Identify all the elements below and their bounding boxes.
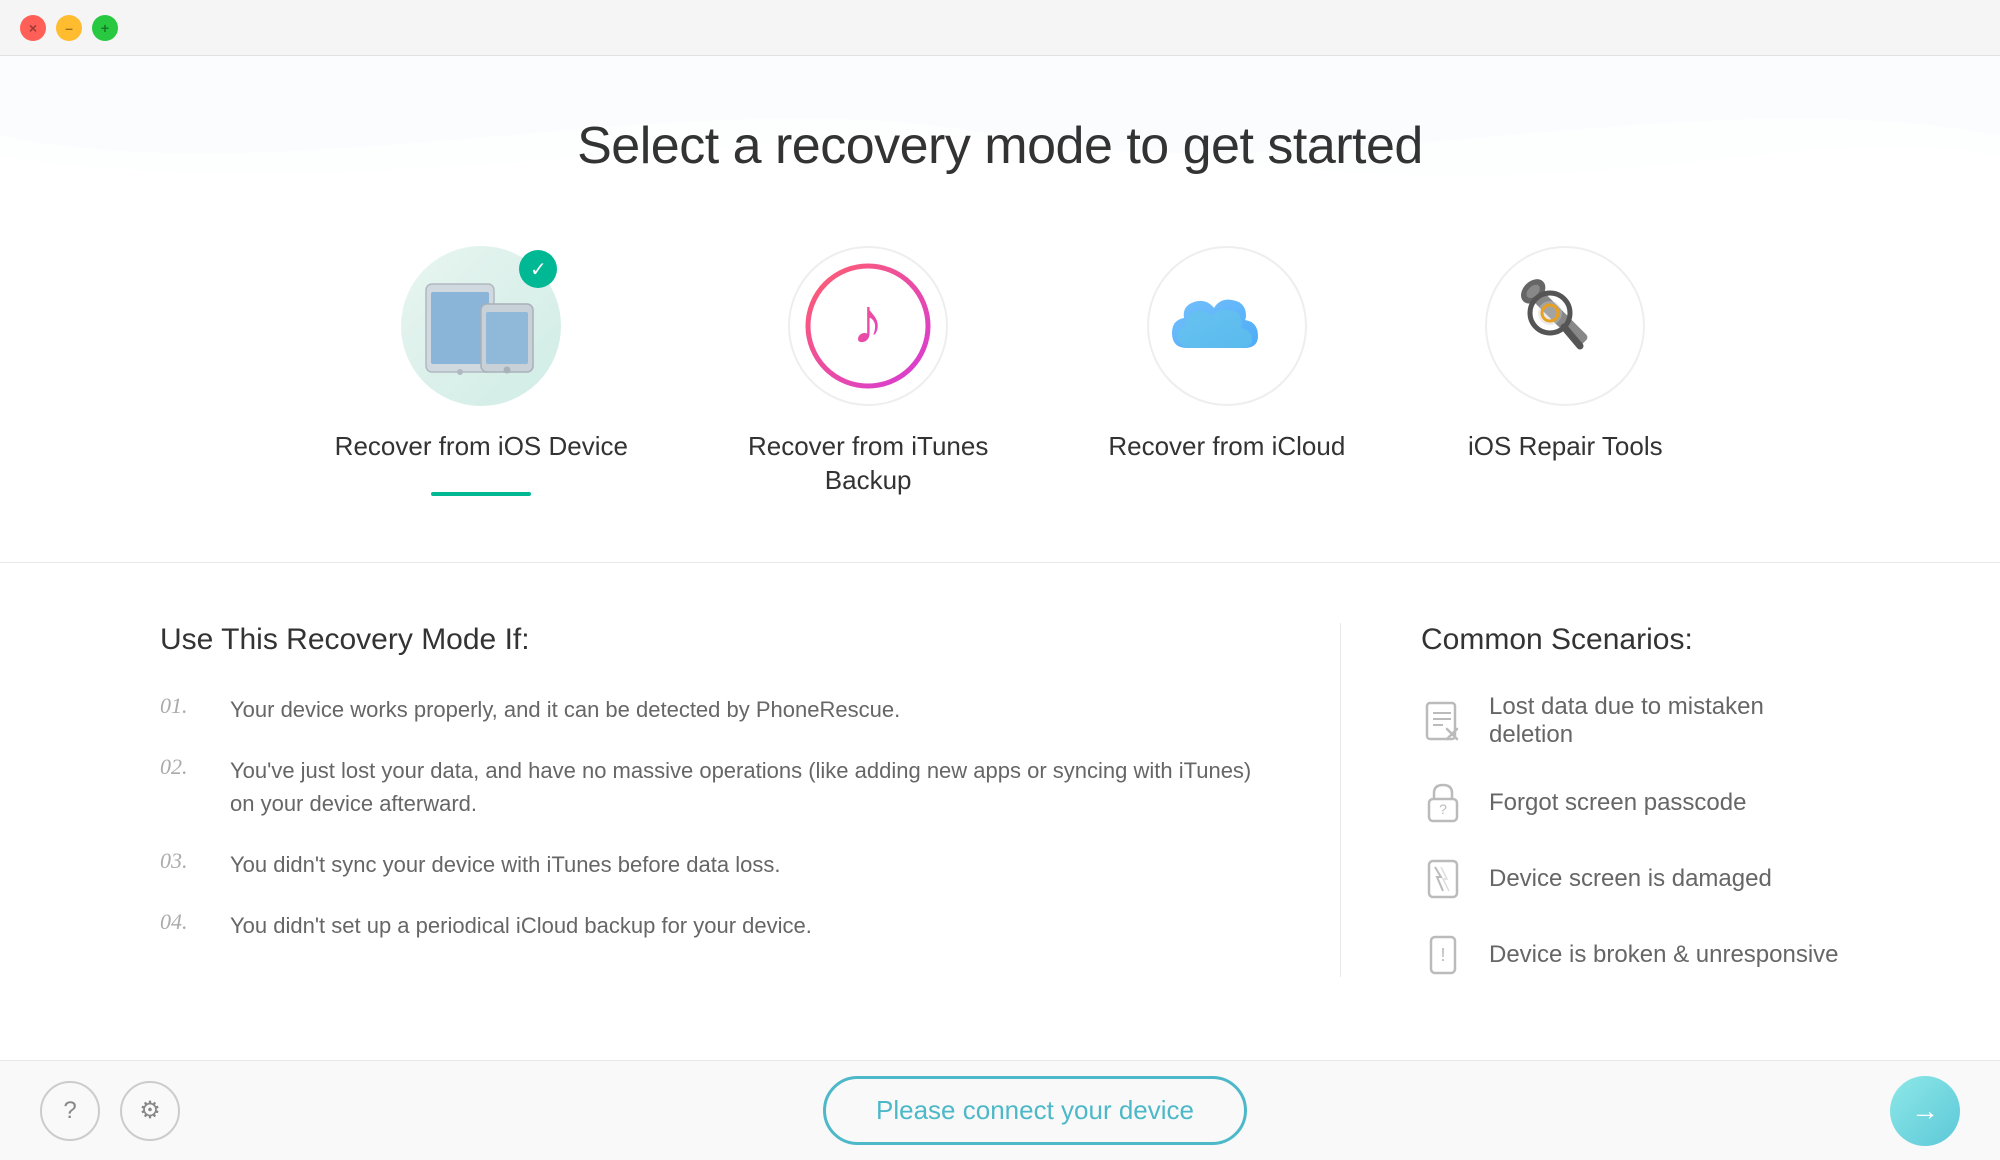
list-item: 03. You didn't sync your device with iTu… <box>160 848 1260 881</box>
mode-icon-ios-device: ✓ <box>401 246 561 406</box>
mode-icon-repair <box>1485 246 1645 406</box>
itunes-icon: ♪ <box>803 261 933 391</box>
item-text-3: You didn't sync your device with iTunes … <box>230 848 780 881</box>
mode-underline-itunes <box>818 526 918 530</box>
scenario-text-3: Device screen is damaged <box>1489 865 1772 893</box>
icloud-icon <box>1162 276 1292 376</box>
page-title: Select a recovery mode to get started <box>577 116 1423 176</box>
next-arrow-icon: → <box>1911 1095 1939 1127</box>
minimize-button[interactable]: – <box>56 15 82 41</box>
mode-label-icloud: Recover from iCloud <box>1108 430 1345 464</box>
section-divider <box>0 562 2000 563</box>
title-bar: × – + <box>0 0 2000 56</box>
scenario-text-2: Forgot screen passcode <box>1489 789 1746 817</box>
svg-text:♪: ♪ <box>852 285 884 357</box>
settings-button[interactable]: ⚙ <box>120 1081 180 1141</box>
svg-text:?: ? <box>1439 801 1447 817</box>
use-if-section: Use This Recovery Mode If: 01. Your devi… <box>160 623 1340 977</box>
scenarios-section: Common Scenarios: Lost data due to mista… <box>1340 623 1840 977</box>
item-text-2: You've just lost your data, and have no … <box>230 754 1260 820</box>
list-item: 01. Your device works properly, and it c… <box>160 693 1260 726</box>
item-number-1: 01. <box>160 693 210 719</box>
mode-icon-icloud <box>1147 246 1307 406</box>
item-number-3: 03. <box>160 848 210 874</box>
bottom-bar: ? ⚙ Please connect your device → <box>0 1060 2000 1160</box>
use-if-list: 01. Your device works properly, and it c… <box>160 693 1260 942</box>
bottom-left-buttons: ? ⚙ <box>40 1081 180 1141</box>
list-item: 04. You didn't set up a periodical iClou… <box>160 909 1260 942</box>
item-text-4: You didn't set up a periodical iCloud ba… <box>230 909 812 942</box>
mode-ios-device[interactable]: ✓ Recover from iOS Device <box>335 246 628 496</box>
mode-underline-repair <box>1515 492 1615 496</box>
svg-text:!: ! <box>1440 945 1445 965</box>
mode-itunes[interactable]: ♪ Recover from iTunesBackup <box>748 246 988 530</box>
recovery-modes-row: ✓ Recover from iOS Device ♪ <box>0 246 2000 530</box>
ios-device-illustration <box>421 276 541 376</box>
mode-underline-icloud <box>1177 492 1277 496</box>
close-button[interactable]: × <box>20 15 46 41</box>
mode-label-ios-device: Recover from iOS Device <box>335 430 628 464</box>
mode-underline-ios-device <box>431 492 531 496</box>
scenario-text-1: Lost data due to mistaken deletion <box>1489 693 1840 749</box>
deletion-icon <box>1421 699 1465 743</box>
scenario-item: Lost data due to mistaken deletion <box>1421 693 1840 749</box>
main-content: Select a recovery mode to get started ✓ <box>0 56 2000 1060</box>
connect-device-button[interactable]: Please connect your device <box>823 1076 1247 1145</box>
use-if-heading: Use This Recovery Mode If: <box>160 623 1260 657</box>
maximize-button[interactable]: + <box>92 15 118 41</box>
passcode-icon: ? <box>1421 781 1465 825</box>
mode-label-itunes: Recover from iTunesBackup <box>748 430 988 498</box>
list-item: 02. You've just lost your data, and have… <box>160 754 1260 820</box>
screen-damaged-icon <box>1421 857 1465 901</box>
broken-device-icon: ! <box>1421 933 1465 977</box>
mode-repair[interactable]: iOS Repair Tools <box>1465 246 1665 496</box>
scenario-text-4: Device is broken & unresponsive <box>1489 941 1839 969</box>
help-button[interactable]: ? <box>40 1081 100 1141</box>
item-number-2: 02. <box>160 754 210 780</box>
scenario-item: ? Forgot screen passcode <box>1421 781 1840 825</box>
next-button[interactable]: → <box>1890 1076 1960 1146</box>
mode-label-repair: iOS Repair Tools <box>1468 430 1663 464</box>
info-section: Use This Recovery Mode If: 01. Your devi… <box>0 623 2000 977</box>
item-text-1: Your device works properly, and it can b… <box>230 693 900 726</box>
mode-icloud[interactable]: Recover from iCloud <box>1108 246 1345 496</box>
scenario-item: ! Device is broken & unresponsive <box>1421 933 1840 977</box>
selected-check-badge: ✓ <box>519 250 557 288</box>
item-number-4: 04. <box>160 909 210 935</box>
scenario-list: Lost data due to mistaken deletion ? For… <box>1421 693 1840 977</box>
repair-tools-icon <box>1500 261 1630 391</box>
scenarios-heading: Common Scenarios: <box>1421 623 1840 657</box>
scenario-item: Device screen is damaged <box>1421 857 1840 901</box>
mode-icon-itunes: ♪ <box>788 246 948 406</box>
